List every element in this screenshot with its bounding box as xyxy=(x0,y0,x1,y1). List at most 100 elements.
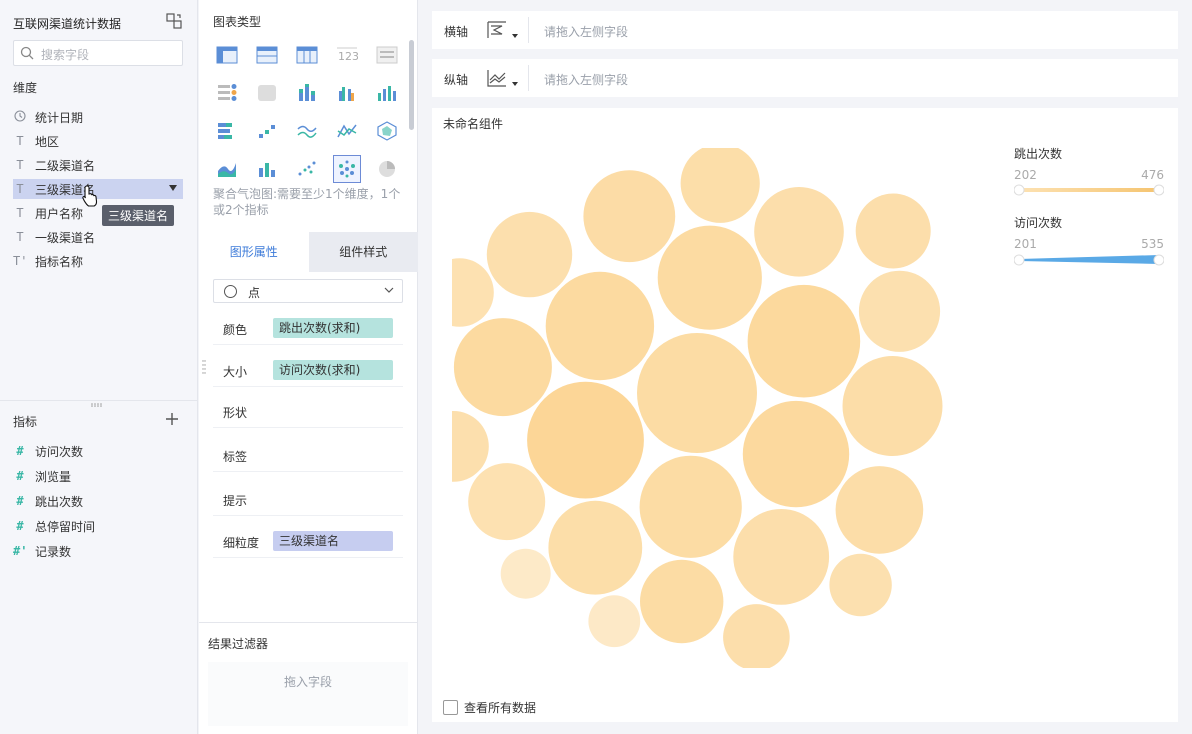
bubble-mark[interactable] xyxy=(733,509,830,605)
chart-type-line-icon[interactable] xyxy=(293,117,321,145)
field-item-total-stay-time[interactable]: # 总停留时间 xyxy=(13,516,183,536)
x-axis-shelf[interactable]: 横轴 请拖入左侧字段 xyxy=(432,11,1178,49)
bubble-mark[interactable] xyxy=(657,225,762,330)
show-all-label: 查看所有数据 xyxy=(464,701,537,715)
bubble-mark[interactable] xyxy=(527,381,644,499)
field-label: 二级渠道名 xyxy=(35,158,96,173)
bubble-mark[interactable] xyxy=(640,559,724,644)
prop-tooltip[interactable]: 提示 xyxy=(213,482,403,516)
bubble-mark[interactable] xyxy=(452,258,494,327)
bubble-mark[interactable] xyxy=(742,400,850,508)
mark-shape-select[interactable]: 点 xyxy=(213,279,403,303)
y-axis-type-icon[interactable] xyxy=(486,68,508,88)
bubble-mark[interactable] xyxy=(842,356,943,456)
number-type-icon: # xyxy=(16,444,24,458)
color-legend-bar[interactable] xyxy=(1013,184,1165,196)
chart-type-radar-icon[interactable] xyxy=(373,117,401,145)
caret-down-icon[interactable] xyxy=(512,34,518,38)
property-tabs: 图形属性 组件样式 xyxy=(199,232,418,272)
chart-type-detail-table-icon[interactable] xyxy=(293,41,321,69)
chart-type-grouped-column-icon[interactable] xyxy=(333,79,361,107)
bubble-mark[interactable] xyxy=(583,170,676,263)
bubble-mark[interactable] xyxy=(747,284,861,398)
chart-type-area-icon[interactable] xyxy=(213,155,241,183)
field-item-level2-channel[interactable]: T 二级渠道名 xyxy=(13,155,183,175)
size-legend-bar[interactable] xyxy=(1013,253,1165,267)
bubble-mark[interactable] xyxy=(858,270,941,352)
chart-type-gauge-icon[interactable] xyxy=(253,79,281,107)
granularity-field-pill[interactable]: 三级渠道名 xyxy=(273,531,393,551)
tab-graphic-properties[interactable]: 图形属性 xyxy=(199,232,309,272)
bubble-mark[interactable] xyxy=(754,187,844,277)
show-all-data[interactable]: 查看所有数据 xyxy=(443,699,536,716)
chart-type-kpi-icon[interactable] xyxy=(213,79,241,107)
tab-component-style[interactable]: 组件样式 xyxy=(308,232,418,272)
chart-type-pie-icon[interactable] xyxy=(373,155,401,183)
chart-type-polyline-icon[interactable] xyxy=(333,117,361,145)
x-axis-dropzone[interactable]: 请拖入左侧字段 xyxy=(544,23,628,40)
field-item-record-count[interactable]: #' 记录数 xyxy=(13,541,183,561)
component-title[interactable]: 未命名组件 xyxy=(443,115,503,132)
prop-color[interactable]: 颜色 跳出次数(求和) xyxy=(213,311,403,345)
bubble-mark[interactable] xyxy=(639,455,742,558)
bubble-mark[interactable] xyxy=(829,553,892,617)
bubble-mark[interactable] xyxy=(637,333,757,453)
bubble-mark[interactable] xyxy=(486,211,573,298)
prop-shape[interactable]: 形状 xyxy=(213,394,403,428)
resize-handle-icon[interactable] xyxy=(90,403,104,407)
metrics-heading: 指标 xyxy=(13,415,38,429)
bubble-mark[interactable] xyxy=(723,604,790,668)
chart-type-scatter-icon[interactable] xyxy=(293,155,321,183)
size-field-pill[interactable]: 访问次数(求和) xyxy=(273,360,393,380)
prop-label-field[interactable]: 标签 xyxy=(213,438,403,472)
bubble-mark[interactable] xyxy=(500,548,551,599)
bubble-mark[interactable] xyxy=(468,463,546,541)
bubble-mark[interactable] xyxy=(680,148,760,223)
x-axis-label: 横轴 xyxy=(444,25,469,39)
chart-type-bar-icon[interactable] xyxy=(213,117,241,145)
chart-type-scrollbar[interactable] xyxy=(409,40,414,130)
bubble-mark[interactable] xyxy=(453,318,552,417)
result-filter-dropzone[interactable]: 拖入字段 xyxy=(208,662,408,726)
add-metric-icon[interactable] xyxy=(165,412,179,426)
bubble-mark[interactable] xyxy=(548,500,643,595)
field-item-stat-date[interactable]: 统计日期 xyxy=(13,107,183,127)
text-type-icon: T xyxy=(16,158,24,172)
chart-type-combo-icon[interactable] xyxy=(253,155,281,183)
clock-icon xyxy=(13,109,27,125)
dropdown-arrow-icon[interactable] xyxy=(169,185,177,191)
bubble-mark[interactable] xyxy=(545,271,655,381)
color-field-pill[interactable]: 跳出次数(求和) xyxy=(273,318,393,338)
field-item-level1-channel[interactable]: T 一级渠道名 xyxy=(13,227,183,247)
y-axis-shelf[interactable]: 纵轴 请拖入左侧字段 xyxy=(432,59,1178,97)
drag-handle-icon[interactable] xyxy=(202,360,206,374)
chart-type-bubble-icon[interactable] xyxy=(333,155,361,183)
chart-type-column-icon[interactable] xyxy=(373,79,401,107)
chart-type-text-icon[interactable] xyxy=(373,41,401,69)
color-legend: 跳出次数 202 476 xyxy=(1013,145,1165,199)
bubble-mark[interactable] xyxy=(855,193,931,269)
bubble-mark[interactable] xyxy=(835,466,924,554)
switch-dataset-icon[interactable] xyxy=(166,13,182,29)
field-item-region[interactable]: T 地区 xyxy=(13,131,183,151)
field-item-visits[interactable]: # 访问次数 xyxy=(13,441,183,461)
field-label: 指标名称 xyxy=(35,254,84,269)
field-label: 总停留时间 xyxy=(35,519,96,534)
filter-divider xyxy=(199,622,418,623)
chart-type-number-icon[interactable]: 123 xyxy=(333,41,361,69)
prop-granularity[interactable]: 细粒度 三级渠道名 xyxy=(213,524,403,558)
field-item-bounces[interactable]: # 跳出次数 xyxy=(13,491,183,511)
bubble-mark[interactable] xyxy=(588,595,641,648)
field-item-pageviews[interactable]: # 浏览量 xyxy=(13,466,183,486)
x-axis-type-icon[interactable] xyxy=(486,20,508,40)
y-axis-dropzone[interactable]: 请拖入左侧字段 xyxy=(544,71,628,88)
chart-type-table-icon[interactable] xyxy=(213,41,241,69)
field-item-metric-name[interactable]: T' 指标名称 xyxy=(13,251,183,271)
chart-type-stacked-column-icon[interactable] xyxy=(293,79,321,107)
search-input[interactable]: 搜索字段 xyxy=(13,40,183,66)
chart-type-grouped-table-icon[interactable] xyxy=(253,41,281,69)
caret-down-icon[interactable] xyxy=(512,82,518,86)
show-all-checkbox[interactable] xyxy=(443,700,458,715)
chart-type-step-icon[interactable] xyxy=(253,117,281,145)
prop-size[interactable]: 大小 访问次数(求和) xyxy=(213,353,403,387)
